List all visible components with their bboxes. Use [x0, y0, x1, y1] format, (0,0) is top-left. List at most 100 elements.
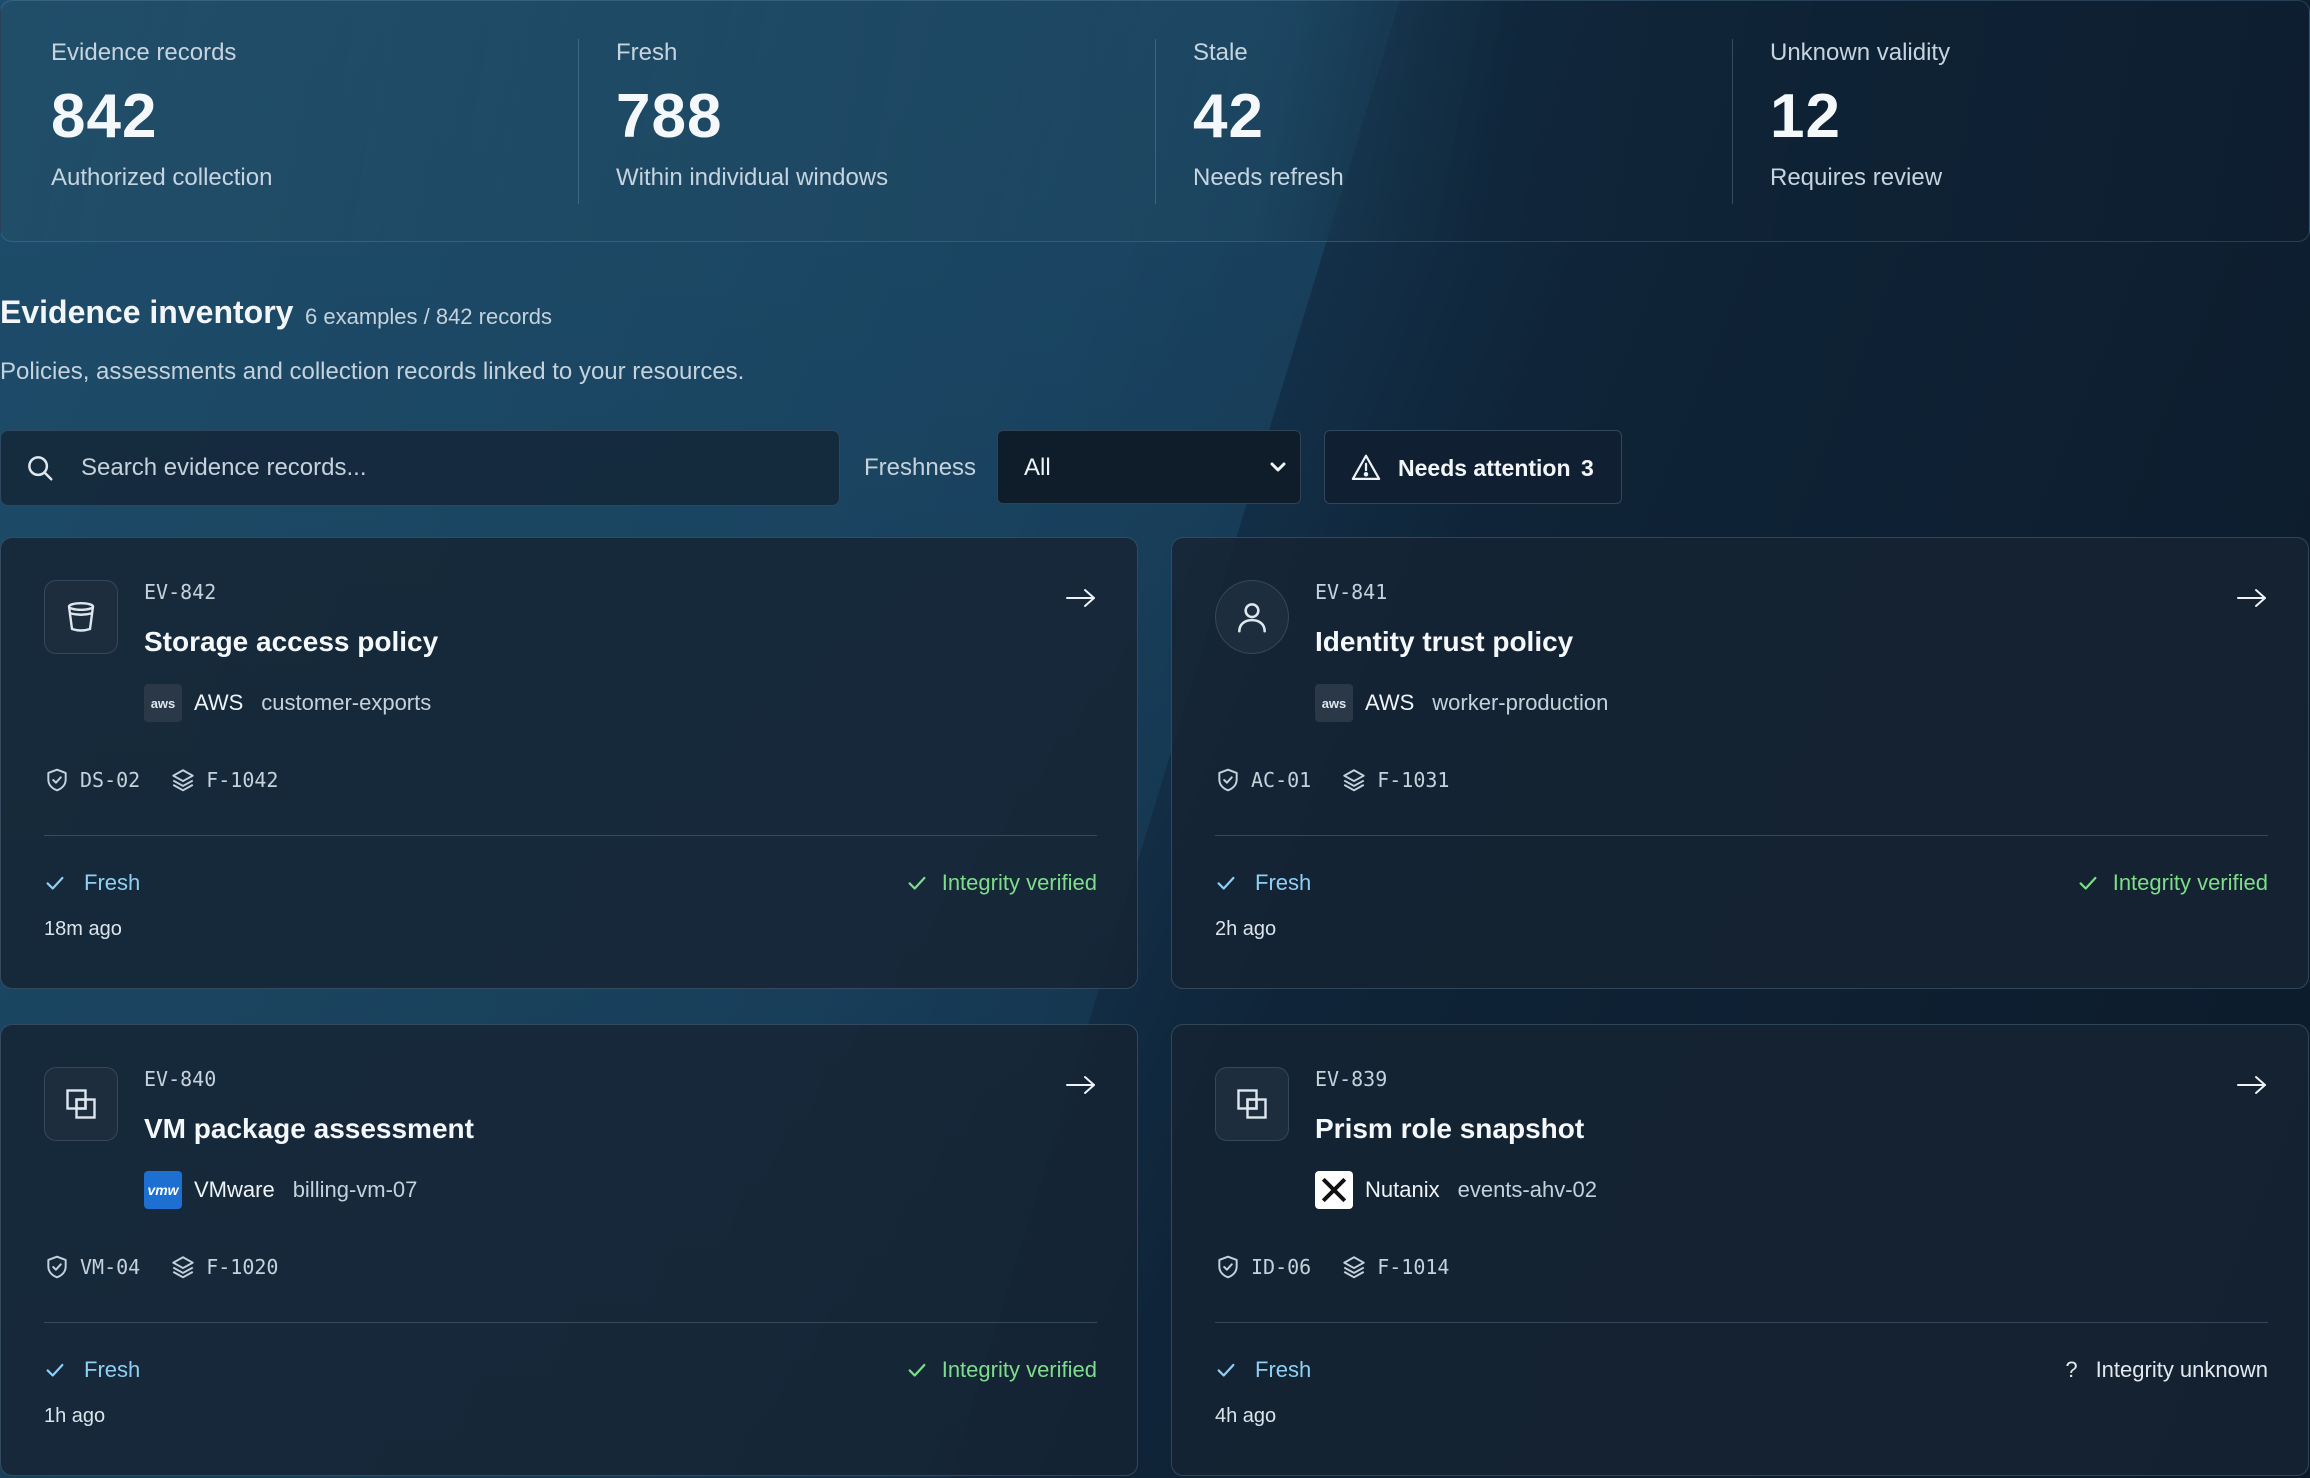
control-tag: DS-02: [44, 767, 140, 793]
bucket-icon: [44, 580, 118, 654]
needs-attention-count: 3: [1581, 455, 1594, 481]
arrow-right-icon[interactable]: [1065, 1073, 1097, 1097]
stat-value: 842: [51, 82, 158, 151]
resource-name: events-ahv-02: [1457, 1177, 1598, 1202]
aws-logo-icon: aws: [144, 684, 182, 722]
evidence-title[interactable]: Storage access policy: [144, 626, 438, 658]
arrow-right-icon[interactable]: [2236, 1073, 2268, 1097]
check-icon: [908, 1363, 926, 1377]
control-tag: ID-06: [1215, 1254, 1311, 1280]
freshness-label: Fresh: [1255, 1357, 1312, 1382]
layers-icon: [172, 769, 194, 792]
integrity-status: Integrity verified: [906, 1355, 1097, 1385]
freshness-select-value: All: [1024, 454, 1051, 481]
freshness-label: Freshness: [864, 454, 977, 481]
section-count: 6 examples / 842 records: [305, 304, 553, 329]
finding-id: F-1014: [1377, 1255, 1450, 1279]
resource-name: worker-production: [1432, 690, 1609, 715]
vmware-logo-icon: vmw: [144, 1171, 182, 1209]
layers-icon: [1343, 769, 1365, 792]
stat-label: Unknown validity: [1770, 39, 1951, 66]
shield-check-icon: [1218, 768, 1238, 792]
evidence-card[interactable]: EV-841 Identity trust policy aws AWS wor…: [1171, 537, 2309, 989]
check-icon: [46, 876, 64, 890]
chevron-down-icon: [1270, 462, 1286, 472]
vendor: aws AWS customer-exports: [144, 683, 431, 723]
check-icon: [908, 876, 926, 890]
divider: [1215, 835, 2268, 836]
collected-ago: 4h ago: [1215, 1405, 1277, 1427]
stat-label: Stale: [1193, 39, 1248, 66]
freshness-status: Fresh: [1215, 1355, 1311, 1385]
evidence-id: EV-840: [144, 1067, 217, 1091]
stat-value: 788: [616, 82, 723, 151]
evidence-title[interactable]: VM package assessment: [144, 1113, 474, 1145]
evidence-card[interactable]: EV-839 Prism role snapshot Nutanix event…: [1171, 1024, 2309, 1476]
evidence-title[interactable]: Prism role snapshot: [1315, 1113, 1584, 1145]
stat-label: Fresh: [616, 39, 678, 66]
vendor-name: Nutanix: [1365, 1177, 1440, 1202]
vendor-name: VMware: [194, 1177, 275, 1202]
integrity-label: Integrity unknown: [2095, 1357, 2268, 1382]
vm-stack-icon: [1215, 1067, 1289, 1141]
evidence-card[interactable]: EV-840 VM package assessment vmw VMware …: [0, 1024, 1138, 1476]
vendor-name: AWS: [194, 690, 244, 715]
user-icon: [1215, 580, 1289, 654]
freshness-status: Fresh: [44, 868, 140, 898]
vendor: Nutanix events-ahv-02: [1315, 1170, 1597, 1210]
stats-summary: Evidence records 842 Authorized collecti…: [0, 0, 2310, 242]
check-icon: [46, 1363, 64, 1377]
finding-tag: F-1031: [1341, 767, 1449, 793]
section-title: Evidence inventory: [0, 294, 294, 330]
vendor: vmw VMware billing-vm-07: [144, 1170, 417, 1210]
stat-unknown-validity: Unknown validity 12 Requires review: [1732, 1, 2309, 241]
freshness-select[interactable]: All: [997, 430, 1301, 504]
tags: ID-06 F-1014: [1215, 1252, 1479, 1282]
stat-stale: Stale 42 Needs refresh: [1155, 1, 1732, 241]
control-id: ID-06: [1251, 1255, 1312, 1279]
stat-sub: Within individual windows: [616, 164, 889, 191]
stat-sub: Authorized collection: [51, 164, 273, 191]
resource-name: customer-exports: [261, 690, 432, 715]
control-id: DS-02: [80, 768, 141, 792]
integrity-status: Integrity verified: [906, 868, 1097, 898]
shield-check-icon: [47, 1255, 67, 1279]
collected-ago: 1h ago: [44, 1405, 106, 1427]
tags: DS-02 F-1042: [44, 765, 308, 795]
arrow-right-icon[interactable]: [1065, 586, 1097, 610]
evidence-title[interactable]: Identity trust policy: [1315, 626, 1573, 658]
freshness-status: Fresh: [1215, 868, 1311, 898]
integrity-status: ? Integrity unknown: [2065, 1355, 2268, 1385]
search-icon: [28, 456, 53, 481]
evidence-id: EV-841: [1315, 580, 1388, 604]
nutanix-logo-icon: [1315, 1171, 1353, 1209]
vm-stack-icon: [44, 1067, 118, 1141]
check-icon: [1217, 876, 1235, 890]
freshness-label: Fresh: [84, 1357, 141, 1382]
freshness-label: Fresh: [84, 870, 141, 895]
stat-sub: Needs refresh: [1193, 164, 1344, 191]
check-icon: [1217, 1363, 1235, 1377]
finding-id: F-1042: [206, 768, 279, 792]
layers-icon: [1343, 1256, 1365, 1279]
freshness-label: Fresh: [1255, 870, 1312, 895]
integrity-label: Integrity verified: [2112, 870, 2268, 895]
vendor-name: AWS: [1365, 690, 1415, 715]
finding-id: F-1031: [1377, 768, 1450, 792]
evidence-id: EV-839: [1315, 1067, 1388, 1091]
needs-attention-label: Needs attention: [1398, 455, 1571, 481]
arrow-right-icon[interactable]: [2236, 586, 2268, 610]
finding-id: F-1020: [206, 1255, 279, 1279]
needs-attention-button[interactable]: Needs attention 3: [1324, 430, 1622, 504]
evidence-card[interactable]: EV-842 Storage access policy aws AWS cus…: [0, 537, 1138, 989]
divider: [44, 1322, 1097, 1323]
search-input[interactable]: [79, 431, 823, 505]
shield-check-icon: [1218, 1255, 1238, 1279]
tags: AC-01 F-1031: [1215, 765, 1479, 795]
collected-ago: 18m ago: [44, 918, 122, 940]
stat-evidence-records: Evidence records 842 Authorized collecti…: [1, 1, 578, 241]
freshness-status: Fresh: [44, 1355, 140, 1385]
resource-name: billing-vm-07: [292, 1177, 418, 1202]
search-box[interactable]: [0, 430, 840, 506]
vendor: aws AWS worker-production: [1315, 683, 1608, 723]
